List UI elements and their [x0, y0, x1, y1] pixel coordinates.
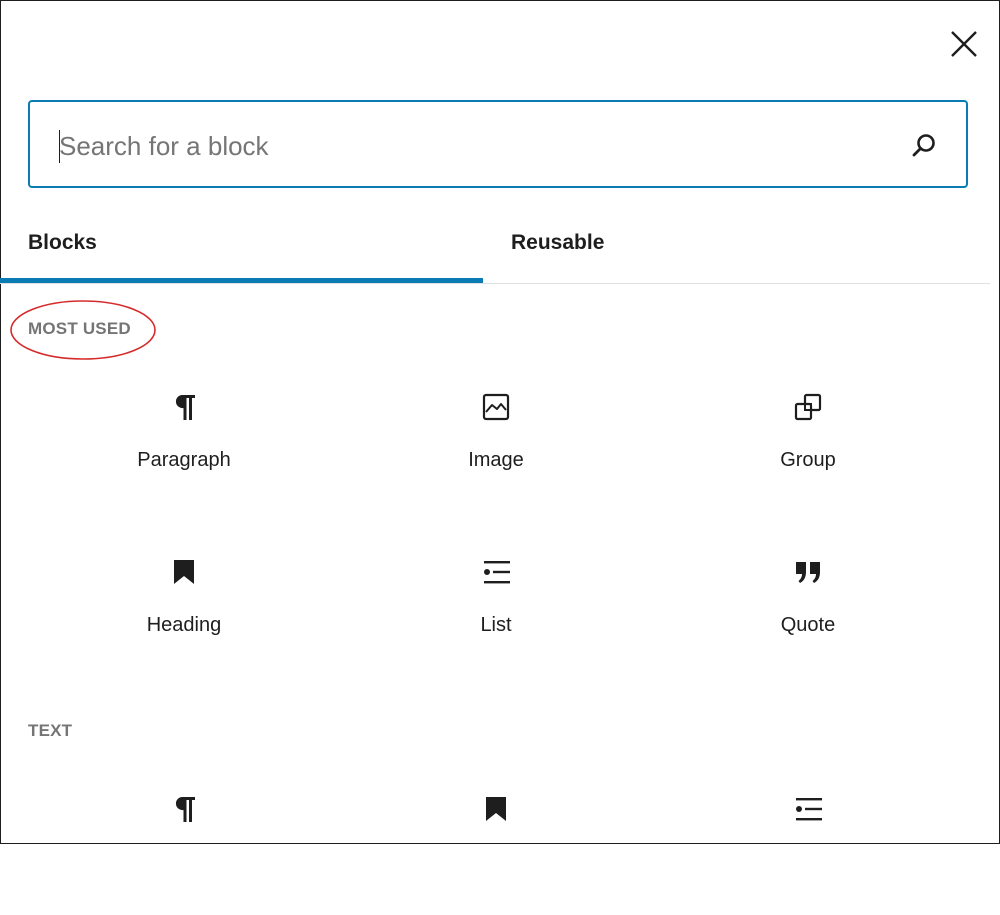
tabs-divider — [0, 283, 990, 284]
paragraph-icon — [175, 797, 195, 822]
tab-blocks[interactable]: Blocks — [0, 206, 483, 282]
heading-icon — [174, 560, 194, 584]
tab-reusable[interactable]: Reusable — [483, 206, 990, 282]
block-label: Image — [468, 449, 524, 471]
block-image[interactable]: Image — [396, 393, 596, 513]
block-heading[interactable] — [396, 795, 596, 915]
section-title-most-used: MOST USED — [28, 319, 131, 338]
active-tab-indicator — [0, 278, 483, 283]
block-list[interactable]: List — [396, 558, 596, 678]
close-icon — [951, 31, 977, 57]
block-label: Group — [780, 449, 836, 471]
block-paragraph[interactable] — [84, 795, 284, 915]
block-label: List — [480, 614, 512, 636]
section-title-text: TEXT — [28, 721, 73, 740]
image-icon — [482, 393, 510, 421]
block-heading[interactable]: Heading — [84, 558, 284, 678]
block-group[interactable]: Group — [708, 393, 908, 513]
close-button[interactable] — [942, 22, 986, 66]
paragraph-icon — [175, 395, 195, 420]
search-input[interactable] — [59, 124, 879, 168]
heading-icon — [486, 797, 506, 821]
block-label: Quote — [780, 614, 836, 636]
list-icon — [484, 561, 510, 584]
block-paragraph[interactable]: Paragraph — [84, 393, 284, 513]
quote-icon — [796, 562, 820, 583]
list-icon — [796, 798, 822, 821]
search-box — [28, 100, 968, 188]
block-list[interactable] — [708, 795, 908, 915]
block-quote[interactable]: Quote — [708, 558, 908, 678]
block-label: Paragraph — [137, 449, 231, 471]
search-icon[interactable] — [908, 130, 940, 162]
block-label: Heading — [146, 614, 222, 636]
group-icon — [794, 393, 822, 421]
